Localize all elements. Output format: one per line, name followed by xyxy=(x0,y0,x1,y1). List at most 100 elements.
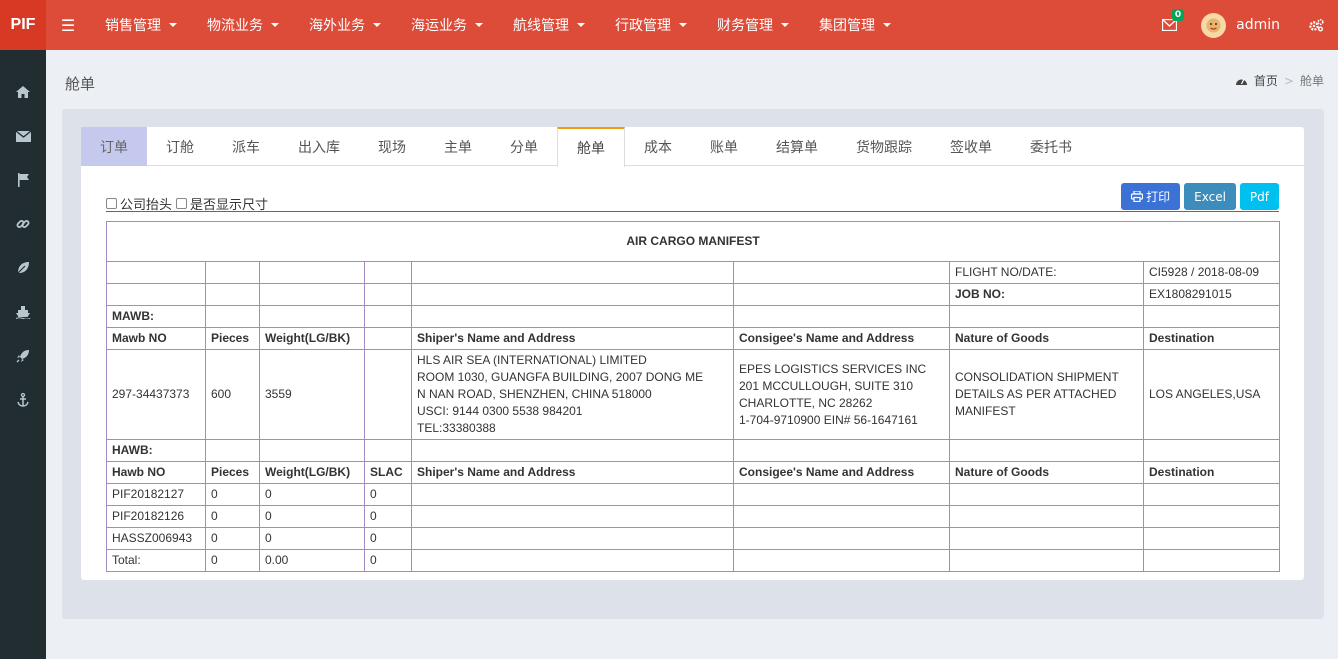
home-icon[interactable] xyxy=(0,70,46,114)
show-size-checkbox[interactable] xyxy=(176,198,188,209)
table-row: MAWB: xyxy=(106,305,1281,328)
flag-icon[interactable] xyxy=(0,158,46,202)
ship-icon[interactable] xyxy=(0,290,46,334)
settings-button[interactable] xyxy=(1294,0,1338,50)
mawb-weight: 3559 xyxy=(259,349,365,440)
sidebar-toggle-icon[interactable]: ☰ xyxy=(46,0,90,50)
column-header: Consigee's Name and Address xyxy=(733,327,950,350)
tab-dispatch[interactable]: 派车 xyxy=(213,127,279,166)
breadcrumb-home[interactable]: 首页 xyxy=(1254,72,1278,89)
excel-button[interactable]: Excel xyxy=(1184,183,1236,210)
column-header: Shiper's Name and Address xyxy=(411,327,734,350)
nav-overseas[interactable]: 海外业务 xyxy=(294,0,396,50)
top-navbar: PIF ☰ 销售管理 物流业务 海外业务 海运业务 航线管理 行政管理 财务管理… xyxy=(0,0,1338,50)
print-label: 打印 xyxy=(1146,190,1171,204)
mawb-label: MAWB: xyxy=(106,305,206,328)
tab-tracking[interactable]: 货物跟踪 xyxy=(837,127,931,166)
column-header: Nature of Goods xyxy=(949,461,1144,484)
tab-house-bill[interactable]: 分单 xyxy=(491,127,557,166)
tab-cost[interactable]: 成本 xyxy=(625,127,691,166)
company-header-checkbox[interactable] xyxy=(106,198,117,209)
tab-warehouse[interactable]: 出入库 xyxy=(279,127,359,166)
column-header: Weight(LG/BK) xyxy=(259,461,365,484)
main-panel: 订单 订舱 派车 出入库 现场 主单 分单 舱单 成本 账单 结算单 货物跟踪 … xyxy=(81,127,1304,580)
flight-value: CI5928 / 2018-08-09 xyxy=(1142,261,1281,284)
column-header: Shiper's Name and Address xyxy=(411,461,734,484)
hawb-pieces: 0 xyxy=(205,505,260,528)
content-header: 舱单 首页 > 舱单 xyxy=(46,50,1338,110)
goods-line: MANIFEST xyxy=(955,404,1016,418)
mawb-consignee: EPES LOGISTICS SERVICES INC 201 MCCULLOU… xyxy=(733,349,950,440)
manifest-title: AIR CARGO MANIFEST xyxy=(105,221,1281,262)
hawb-slac: 0 xyxy=(364,505,412,528)
job-label: JOB NO: xyxy=(949,283,1144,306)
tab-settlement[interactable]: 结算单 xyxy=(757,127,837,166)
mawb-pieces: 600 xyxy=(205,349,260,440)
nav-label: 销售管理 xyxy=(105,18,161,34)
column-header: Hawb NO xyxy=(106,461,206,484)
nav-admin[interactable]: 行政管理 xyxy=(600,0,702,50)
nav-label: 集团管理 xyxy=(819,18,875,34)
dashboard-icon xyxy=(1235,78,1247,85)
hawb-pieces: 0 xyxy=(205,527,260,550)
nav-shipping[interactable]: 海运业务 xyxy=(396,0,498,50)
anchor-icon[interactable] xyxy=(0,378,46,422)
shipper-line: TEL:33380388 xyxy=(417,421,496,435)
link-icon[interactable] xyxy=(0,202,46,246)
job-value: EX1808291015 xyxy=(1142,283,1281,306)
tab-onsite[interactable]: 现场 xyxy=(359,127,425,166)
breadcrumb: 首页 > 舱单 xyxy=(1235,72,1324,89)
column-header: Nature of Goods xyxy=(949,327,1144,350)
tab-master-bill[interactable]: 主单 xyxy=(425,127,491,166)
total-label: Total: xyxy=(106,549,206,572)
nav-logistics[interactable]: 物流业务 xyxy=(192,0,294,50)
table-row: PIF20182127 0 0 0 xyxy=(106,483,1281,506)
tab-order[interactable]: 订单 xyxy=(81,127,147,166)
nav-group[interactable]: 集团管理 xyxy=(804,0,906,50)
shipper-line: ROOM 1030, GUANGFA BUILDING, 2007 DONG M… xyxy=(417,370,704,384)
total-row: Total: 0 0.00 0 xyxy=(106,549,1281,572)
caret-down-icon xyxy=(475,23,483,27)
sidebar xyxy=(0,50,46,659)
print-button[interactable]: 打印 xyxy=(1121,183,1181,210)
tab-bar: 订单 订舱 派车 出入库 现场 主单 分单 舱单 成本 账单 结算单 货物跟踪 … xyxy=(81,127,1304,167)
tab-bill[interactable]: 账单 xyxy=(691,127,757,166)
column-header xyxy=(364,327,412,350)
nav-label: 海外业务 xyxy=(309,18,365,34)
rocket-icon[interactable] xyxy=(0,334,46,378)
nav-finance[interactable]: 财务管理 xyxy=(702,0,804,50)
column-header: Consigee's Name and Address xyxy=(733,461,950,484)
mail-icon[interactable] xyxy=(0,114,46,158)
tab-power-of-attorney[interactable]: 委托书 xyxy=(1011,127,1091,166)
user-menu[interactable]: admin xyxy=(1187,0,1294,50)
pdf-button[interactable]: Pdf xyxy=(1239,183,1279,210)
consignee-line: EPES LOGISTICS SERVICES INC xyxy=(739,361,927,376)
hawb-no: PIF20182126 xyxy=(106,505,206,528)
total-weight: 0.00 xyxy=(259,549,365,572)
tab-manifest[interactable]: 舱单 xyxy=(557,127,625,167)
messages-button[interactable]: 0 xyxy=(1151,0,1187,50)
caret-down-icon xyxy=(883,23,891,27)
username: admin xyxy=(1236,17,1280,33)
table-row: JOB NO: EX1808291015 xyxy=(106,283,1281,306)
nav-label: 财务管理 xyxy=(717,18,773,34)
column-header: Pieces xyxy=(205,461,260,484)
tab-receipt[interactable]: 签收单 xyxy=(931,127,1011,166)
hawb-weight: 0 xyxy=(259,483,365,506)
caret-down-icon xyxy=(373,23,381,27)
mawb-shipper: HLS AIR SEA (INTERNATIONAL) LIMITED ROOM… xyxy=(411,349,734,440)
hawb-slac: 0 xyxy=(364,483,412,506)
caret-down-icon xyxy=(271,23,279,27)
navbar-right: 0 admin xyxy=(1151,0,1338,50)
shipper-line: HLS AIR SEA (INTERNATIONAL) LIMITED xyxy=(417,353,647,367)
app-logo[interactable]: PIF xyxy=(0,0,46,50)
tab-booking[interactable]: 订舱 xyxy=(147,127,213,166)
nav-sales[interactable]: 销售管理 xyxy=(90,0,192,50)
hawb-weight: 0 xyxy=(259,527,365,550)
caret-down-icon xyxy=(781,23,789,27)
flight-label: FLIGHT NO/DATE: xyxy=(949,261,1144,284)
table-row: FLIGHT NO/DATE: CI5928 / 2018-08-09 xyxy=(106,261,1281,284)
column-header: Pieces xyxy=(205,327,260,350)
nav-routes[interactable]: 航线管理 xyxy=(498,0,600,50)
leaf-icon[interactable] xyxy=(0,246,46,290)
